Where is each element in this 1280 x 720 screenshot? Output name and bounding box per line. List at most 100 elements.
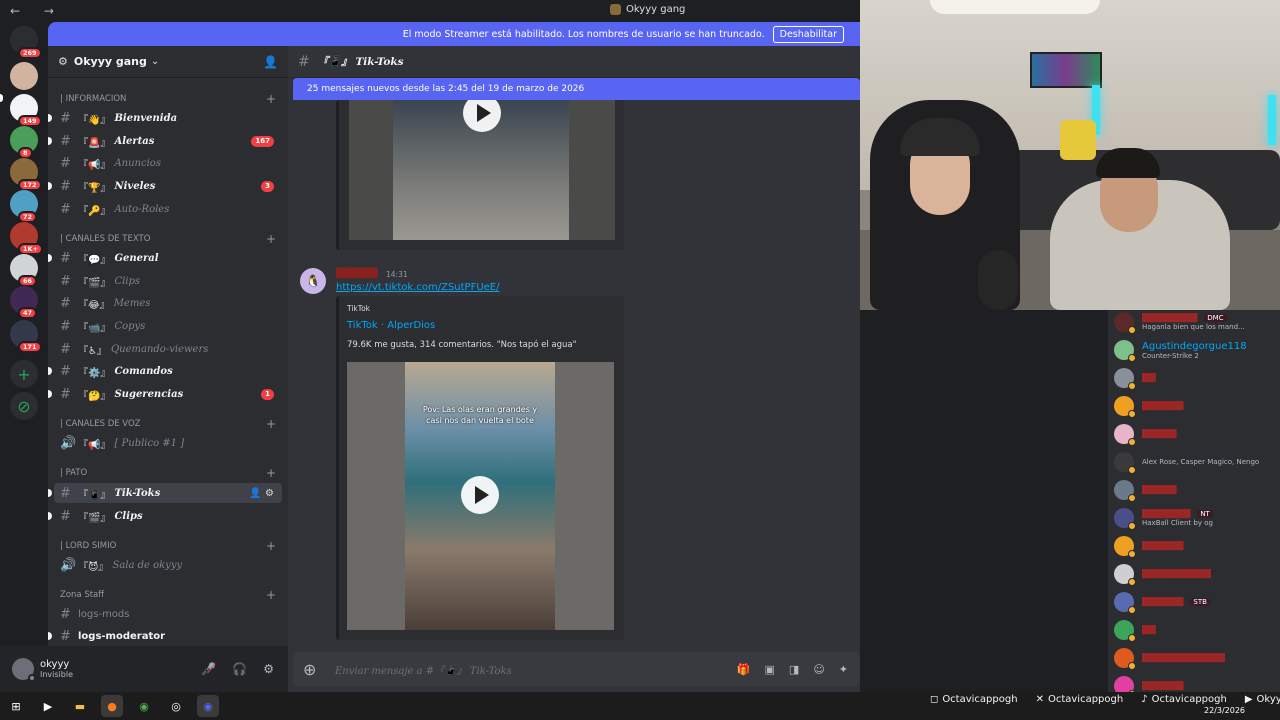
avatar [1114,648,1136,670]
category-canales-de-texto[interactable]: | CANALES DE TEXTO + [48,232,288,246]
category-canales-de-voz[interactable]: | CANALES DE VOZ + [48,417,288,431]
member-name: ██ [1142,625,1156,635]
add-server-icon[interactable]: + [10,360,38,388]
server-header[interactable]: ⚙ Okyyy gang ⌄ 👤 [48,46,288,78]
message-input[interactable]: Enviar mensaje a #『📱』 Tik-Toks [335,662,512,677]
channel-bienvenida[interactable]: # 『👋』 Bienvenida [48,108,282,128]
member-row[interactable]: ██████████ [1114,562,1280,586]
channel-auto-roles[interactable]: # 『🔑』 Auto-Roles [54,199,282,219]
category-informacion[interactable]: | INFORMACION + [48,92,288,106]
server-icon-3[interactable]: 8 [10,126,38,159]
channel-name: Clips [114,510,143,522]
channel-alertas[interactable]: # 『🚨』 Alertas 167 [48,131,282,151]
channel-general[interactable]: # 『💬』 General [48,248,282,268]
member-row[interactable]: █████ [1114,422,1280,446]
server-icon-7[interactable]: 66 [10,254,38,287]
server-icon-6[interactable]: 1K+ [10,222,44,255]
gif-icon[interactable]: ▣ [765,663,775,676]
channel-emoji: 『⚙️』 [78,367,111,379]
member-row[interactable]: ██████ [1114,534,1280,558]
member-row[interactable]: ████████████ [1114,646,1280,670]
category-lord-simio[interactable]: | LORD SIMIO + [48,539,288,553]
explore-servers-icon[interactable]: ⊘ [10,392,38,420]
channel-settings-icon[interactable]: 👤 ⚙ [249,488,274,499]
voice-channel-publico[interactable]: 🔊 『📢』 [ Publico #1 ] [54,433,282,453]
gear-icon[interactable]: ⚙ [263,662,274,676]
youtube-handle: ▶Okyyy [1245,694,1280,705]
hash-icon: # [60,508,71,524]
file-explorer-icon[interactable]: ▬ [69,695,91,717]
member-row[interactable]: ████████ DMC Haganla bien que los mand... [1114,310,1280,334]
media-player-icon[interactable]: ▶ [37,695,59,717]
channel-copys[interactable]: # 『📹』 Copys [54,316,282,336]
channel-logs-moderator[interactable]: # logs-moderator [48,626,282,646]
gift-icon[interactable]: 🎁 [737,663,751,676]
server-icon-okyyy-gang[interactable]: 172 [10,158,42,191]
unread-dot [48,632,52,640]
obs-icon[interactable]: ◎ [165,695,187,717]
server-icon-2[interactable]: 149 [10,94,42,127]
sticker-icon[interactable]: ◨ [789,663,799,676]
channel-emoji: 『🔑』 [78,205,111,217]
channel-niveles[interactable]: # 『🏆』 Niveles 3 [48,176,282,196]
add-channel-icon[interactable]: + [266,588,276,602]
avatar[interactable] [12,658,36,682]
user-info[interactable]: okyyy Invisible [40,659,73,679]
mic-muted-icon[interactable]: 🎤̸ [201,662,216,676]
add-channel-icon[interactable]: + [266,232,276,246]
message-author[interactable]: ██████ [336,269,378,279]
add-channel-icon[interactable]: + [266,539,276,553]
attach-icon[interactable]: ⊕ [303,660,325,679]
invite-icon[interactable]: 👤 [263,55,278,69]
direct-messages-button[interactable]: 269 [10,26,42,59]
channel-clips-pato[interactable]: # 『🎬』 Clips [48,506,282,526]
emoji-icon[interactable]: ☺ [813,663,824,676]
member-row[interactable]: Alex Rose, Casper Magico, Ñengo [1114,450,1280,474]
voice-channel-sala-de-okyyy[interactable]: 🔊 『😈』 Sala de okyyy [54,555,282,575]
previous-video[interactable] [349,100,615,240]
firefox-icon[interactable]: ● [101,695,123,717]
add-channel-icon[interactable]: + [266,466,276,480]
member-tag: STB [1190,598,1210,606]
channel-comandos[interactable]: # 『⚙️』 Comandos [48,361,282,381]
member-row[interactable]: ███████ NT HaxBall Client by og [1114,506,1280,530]
headphones-icon[interactable]: 🎧 [232,662,247,676]
message-link[interactable]: https://vt.tiktok.com/ZSutPFUeE/ [336,282,500,293]
channel-name: Tik-Toks [114,487,161,499]
embed-title[interactable]: TikTok · AlperDios [347,320,435,331]
member-row[interactable]: ██ [1114,366,1280,390]
server-icon-9[interactable]: 171 [10,320,42,353]
server-badge: 47 [18,307,38,319]
play-icon[interactable] [461,476,499,514]
category-zona-staff[interactable]: Zona Staff + [48,588,288,602]
channel-anuncios[interactable]: # 『📢』 Anuncios [54,153,282,173]
channel-logs-mods[interactable]: # logs-mods [54,604,282,624]
channel-memes[interactable]: # 『😂』 Memes [54,293,282,313]
embed-description: 79.6K me gusta, 314 comentarios. "Nos ta… [347,340,577,350]
server-icon-8[interactable]: 47 [10,286,38,319]
apps-icon[interactable]: ✦ [839,663,848,676]
server-icon-1[interactable] [10,62,38,90]
add-channel-icon[interactable]: + [266,92,276,106]
category-pato[interactable]: | PATO + [48,466,288,480]
disable-streamer-button[interactable]: Deshabilitar [772,25,844,43]
member-row[interactable]: Agustindegorgue118 Counter-Strike 2 [1114,338,1280,362]
channel-sugerencias[interactable]: # 『🤔』 Sugerencias 1 [48,384,282,404]
discord-icon[interactable]: ◉ [197,695,219,717]
windows-start-icon[interactable]: ⊞ [5,695,27,717]
chrome-icon[interactable]: ◉ [133,695,155,717]
channel-quemando-viewers[interactable]: # 『♿』 Quemando-viewers [54,339,282,359]
server-icon-5[interactable]: 72 [10,190,38,223]
channel-tik-toks[interactable]: # 『📱』 Tik-Toks 👤 ⚙ [48,483,282,503]
add-channel-icon[interactable]: + [266,417,276,431]
nav-arrows[interactable]: ← → [10,4,64,18]
member-row[interactable]: ██████ STB [1114,590,1280,614]
member-row[interactable]: ██ [1114,618,1280,642]
channel-name: Copys [114,320,146,332]
member-row[interactable]: ██████ [1114,394,1280,418]
channel-clips[interactable]: # 『🎬』 Clips [54,271,282,291]
member-row[interactable]: █████ [1114,478,1280,502]
tiktok-video[interactable]: Pov: Las olas eran grandes y casi nos da… [347,362,614,630]
new-messages-bar[interactable]: 25 mensajes nuevos desde las 2:45 del 19… [293,78,860,100]
message-avatar[interactable]: 🐧 [300,268,326,294]
